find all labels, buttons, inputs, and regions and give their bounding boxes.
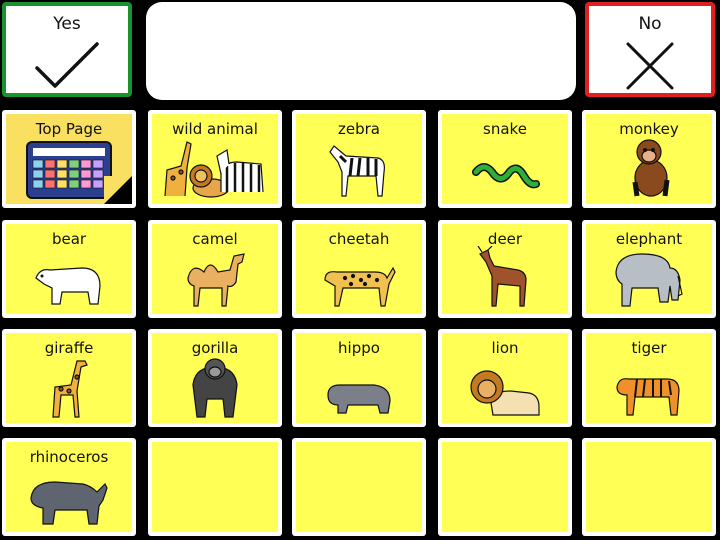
cell-cheetah[interactable]: cheetah <box>292 220 426 318</box>
cell-camel[interactable]: camel <box>148 220 282 318</box>
cell-rhinoceros[interactable]: rhinoceros <box>2 438 136 536</box>
cell-hippo[interactable]: hippo <box>292 329 426 427</box>
camel-icon <box>187 253 245 307</box>
cell-empty[interactable] <box>148 438 282 536</box>
cell-label: lion <box>491 339 519 357</box>
cell-top-page[interactable]: Top Page <box>2 110 136 208</box>
cell-monkey[interactable]: monkey <box>582 110 716 208</box>
cell-label: zebra <box>338 120 380 138</box>
cheetah-icon <box>324 266 396 307</box>
cell-label: hippo <box>338 339 380 357</box>
cell-wild-animal[interactable]: wild animal <box>148 110 282 208</box>
hippo-icon <box>327 384 391 414</box>
yes-label: Yes <box>53 14 81 34</box>
snake-icon <box>472 163 540 189</box>
cross-icon <box>626 42 674 90</box>
cell-label: elephant <box>615 230 683 248</box>
message-bar[interactable] <box>146 2 576 100</box>
polar-bear-icon <box>35 267 101 305</box>
no-label: No <box>638 14 662 34</box>
cell-tiger[interactable]: tiger <box>582 329 716 427</box>
cell-bear[interactable]: bear <box>2 220 136 318</box>
cell-zebra[interactable]: zebra <box>292 110 426 208</box>
cell-label: tiger <box>631 339 667 357</box>
cell-lion[interactable]: lion <box>438 329 572 427</box>
cell-label: cheetah <box>328 230 390 248</box>
cell-snake[interactable]: snake <box>438 110 572 208</box>
cell-gorilla[interactable]: gorilla <box>148 329 282 427</box>
cell-deer[interactable]: deer <box>438 220 572 318</box>
cell-label: rhinoceros <box>29 448 109 466</box>
cell-empty[interactable] <box>438 438 572 536</box>
cell-empty[interactable] <box>292 438 426 536</box>
grid-board-icon <box>26 141 112 199</box>
cell-empty[interactable] <box>582 438 716 536</box>
rhinoceros-icon <box>30 481 108 525</box>
cell-label: bear <box>51 230 87 248</box>
page-corner-fold <box>104 176 132 204</box>
monkey-icon <box>632 139 670 197</box>
zebra-icon <box>329 145 385 197</box>
checkmark-icon <box>35 42 99 88</box>
cell-label: camel <box>192 230 238 248</box>
tiger-icon <box>616 378 680 416</box>
cell-elephant[interactable]: elephant <box>582 220 716 318</box>
cell-label: Top Page <box>35 120 103 138</box>
cell-giraffe[interactable]: giraffe <box>2 329 136 427</box>
giraffe-icon <box>52 360 88 418</box>
cell-label: snake <box>483 120 527 138</box>
deer-icon <box>477 246 527 307</box>
lion-icon <box>470 370 540 416</box>
elephant-icon <box>615 253 683 307</box>
no-button[interactable]: No <box>585 2 715 97</box>
wild-animals-icon <box>164 141 264 198</box>
gorilla-icon <box>192 358 238 418</box>
yes-button[interactable]: Yes <box>2 2 132 97</box>
